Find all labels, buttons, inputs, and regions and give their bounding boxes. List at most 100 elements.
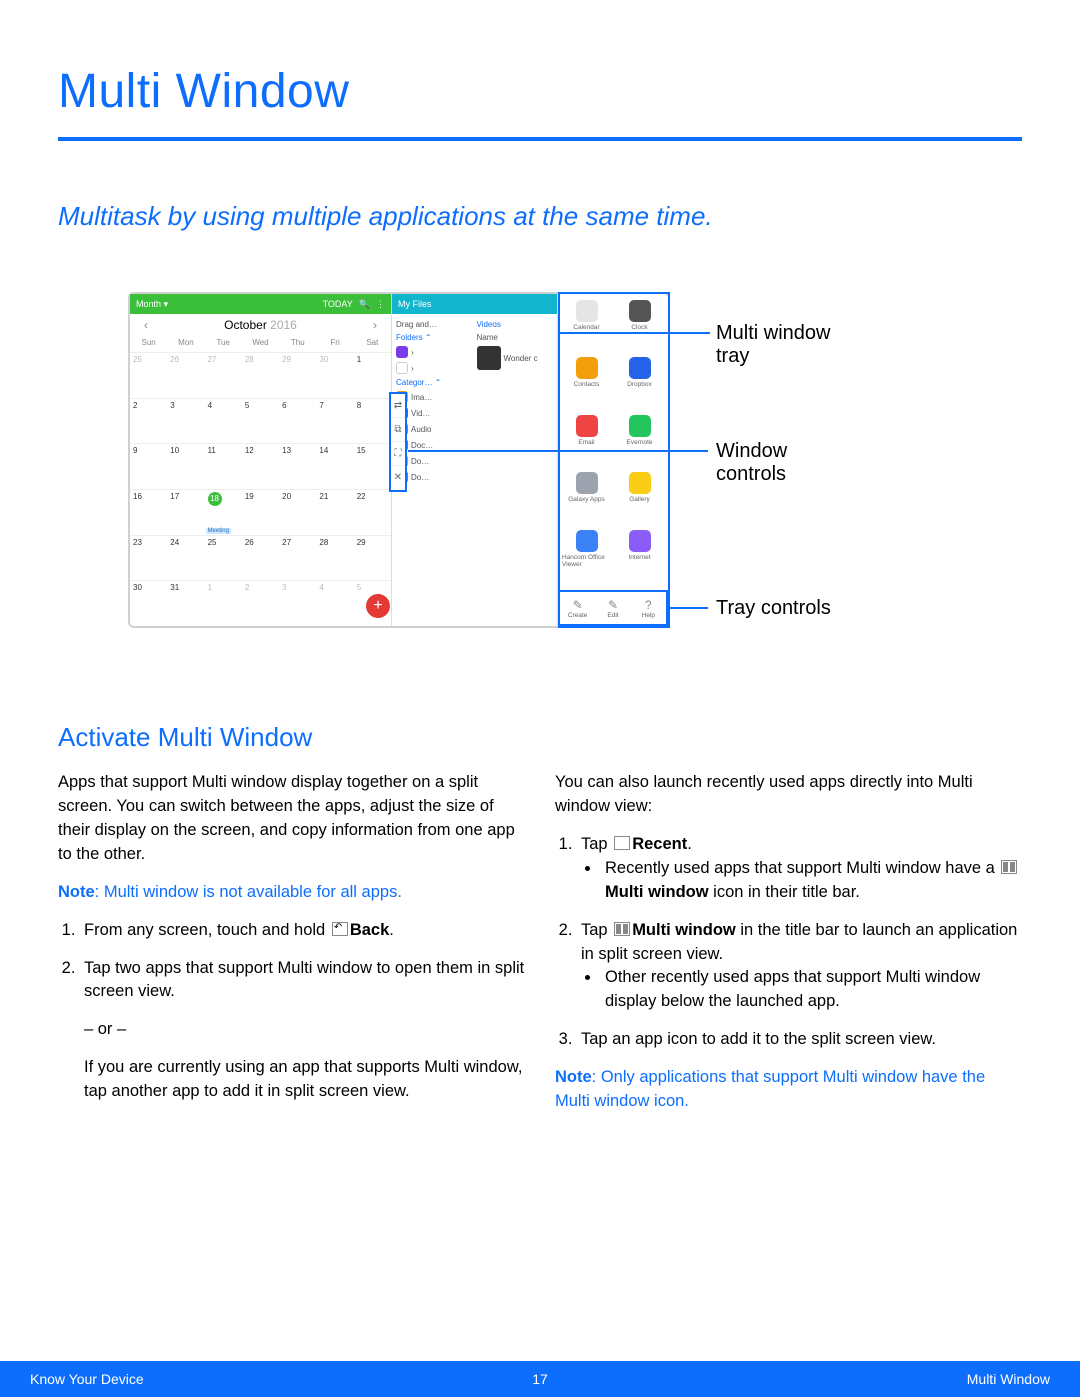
app-label: Galaxy Apps bbox=[568, 496, 605, 503]
calendar-cell: 29 bbox=[354, 535, 391, 581]
myfiles-drag: Drag and… bbox=[396, 318, 473, 331]
body-columns: Apps that support Multi window display t… bbox=[58, 771, 1022, 1128]
calendar-grid: SunMonTueWedThuFriSat2526272829301234567… bbox=[130, 336, 391, 626]
tray-app: Contacts bbox=[562, 357, 611, 410]
calendar-cell: 16 bbox=[130, 489, 167, 535]
calendar-cell: 4 bbox=[316, 580, 353, 626]
calendar-day-header: Thu bbox=[279, 336, 316, 352]
calendar-cell: 10 bbox=[167, 443, 204, 489]
right-bullet-2: Other recently used apps that support Mu… bbox=[601, 966, 1022, 1014]
right-note: Note: Only applications that support Mul… bbox=[555, 1066, 1022, 1114]
calendar-cell: 3 bbox=[279, 580, 316, 626]
app-label: Contacts bbox=[574, 381, 600, 388]
category-label: Vid… bbox=[411, 409, 430, 418]
calendar-cell: 3 bbox=[167, 398, 204, 444]
right-step2-a: Tap bbox=[581, 921, 612, 939]
calendar-cell: 18Meeting bbox=[205, 489, 242, 535]
myfiles-folders: Folders ⌃ bbox=[396, 331, 473, 344]
calendar-day-header: Sat bbox=[354, 336, 391, 352]
calendar-cell: 13 bbox=[279, 443, 316, 489]
back-icon bbox=[332, 922, 348, 936]
myfiles-wonder: Wonder c bbox=[504, 354, 538, 363]
tray-control: ✎Create bbox=[560, 592, 595, 624]
left-note-prefix: Note bbox=[58, 883, 95, 901]
calendar-cell: 24 bbox=[167, 535, 204, 581]
callout-line-controls bbox=[408, 450, 708, 452]
right-step1-a: Tap bbox=[581, 835, 612, 853]
calendar-day-header: Wed bbox=[242, 336, 279, 352]
calendar-today: TODAY bbox=[323, 299, 353, 309]
search-icon: 🔍 bbox=[359, 299, 370, 310]
app-icon bbox=[576, 357, 598, 379]
tray-control: ?Help bbox=[631, 592, 666, 624]
calendar-cell: 30 bbox=[316, 352, 353, 398]
left-column: Apps that support Multi window display t… bbox=[58, 771, 525, 1128]
app-label: Hancom Office Viewer bbox=[562, 554, 611, 568]
swap-icon: ⇄ bbox=[391, 394, 405, 418]
left-step1-b: Back bbox=[350, 921, 389, 939]
tray-app: Internet bbox=[615, 530, 664, 590]
multiwindow-icon bbox=[1001, 860, 1017, 874]
tray-control-label: Help bbox=[642, 612, 655, 619]
myfiles-category: Audio bbox=[396, 421, 473, 437]
tray-app: Gallery bbox=[615, 472, 664, 525]
calendar-day-header: Fri bbox=[316, 336, 353, 352]
left-or-text: If you are currently using an app that s… bbox=[84, 1056, 525, 1104]
calendar-cell: 28 bbox=[316, 535, 353, 581]
right-bullet-1: Recently used apps that support Multi wi… bbox=[601, 857, 1022, 905]
tray-app: Clock bbox=[615, 300, 664, 353]
calendar-cell: 12 bbox=[242, 443, 279, 489]
tray-control-icon: ✎ bbox=[608, 598, 618, 612]
app-icon bbox=[629, 415, 651, 437]
right-bullet1-b: Multi window bbox=[605, 883, 709, 901]
calendar-cell: 19 bbox=[242, 489, 279, 535]
myfiles-category: Do… bbox=[396, 469, 473, 485]
section-heading: Activate Multi Window bbox=[58, 722, 1022, 753]
calendar-cell: 11 bbox=[205, 443, 242, 489]
tray-app: Email bbox=[562, 415, 611, 468]
calendar-cell: 2 bbox=[130, 398, 167, 444]
window-controls: ⇄ ⧉ ⛶ ✕ bbox=[389, 392, 407, 492]
myfiles-videos: Videos bbox=[477, 318, 554, 331]
app-icon bbox=[629, 357, 651, 379]
chevron-right-icon: › bbox=[373, 318, 377, 332]
app-icon bbox=[576, 472, 598, 494]
calendar-cell: 5 bbox=[242, 398, 279, 444]
left-note-text: : Multi window is not available for all … bbox=[95, 883, 402, 901]
category-label: Do… bbox=[411, 473, 429, 482]
calendar-cell: 1 bbox=[354, 352, 391, 398]
tray-control-icon: ? bbox=[645, 598, 652, 612]
tray-app: Hancom Office Viewer bbox=[562, 530, 611, 590]
page-subtitle: Multitask by using multiple applications… bbox=[58, 201, 1022, 232]
app-label: Email bbox=[578, 439, 594, 446]
myfiles-name: Name bbox=[477, 331, 554, 344]
callout-trayctrls-label: Tray controls bbox=[716, 597, 831, 620]
calendar-cell: 2 bbox=[242, 580, 279, 626]
app-label: Evernote bbox=[626, 439, 652, 446]
right-note-text: : Only applications that support Multi w… bbox=[555, 1068, 985, 1110]
calendar-cell: 20 bbox=[279, 489, 316, 535]
title-rule bbox=[58, 137, 1022, 141]
calendar-pane: Month ▾ TODAY 🔍 ⋮ ‹ October 2016 › SunMo bbox=[130, 294, 392, 626]
tray-pane: CalendarClockContactsDropboxEmailEvernot… bbox=[558, 294, 668, 626]
calendar-cell: 26 bbox=[242, 535, 279, 581]
right-bullet1-c: icon in their title bar. bbox=[709, 883, 860, 901]
calendar-cell: 26 bbox=[167, 352, 204, 398]
right-bullet1-a: Recently used apps that support Multi wi… bbox=[605, 859, 999, 877]
chevron-left-icon: ‹ bbox=[144, 318, 148, 332]
calendar-cell: 25 bbox=[130, 352, 167, 398]
category-label: Doc… bbox=[411, 441, 433, 450]
calendar-cell: 7 bbox=[316, 398, 353, 444]
tray-app: Dropbox bbox=[615, 357, 664, 410]
recent-icon bbox=[614, 836, 630, 850]
footer-right: Multi Window bbox=[967, 1371, 1050, 1387]
myfiles-pane: My Files Drag and… Folders ⌃ › › Categor… bbox=[392, 294, 558, 626]
tray-app: Evernote bbox=[615, 415, 664, 468]
app-label: Gallery bbox=[629, 496, 650, 503]
category-label: Audio bbox=[411, 425, 431, 434]
calendar-month-label: October 2016 bbox=[224, 318, 297, 332]
left-step-1: From any screen, touch and hold Back. bbox=[80, 919, 525, 943]
calendar-cell: 15 bbox=[354, 443, 391, 489]
footer-page: 17 bbox=[532, 1371, 548, 1387]
app-label: Internet bbox=[628, 554, 650, 561]
